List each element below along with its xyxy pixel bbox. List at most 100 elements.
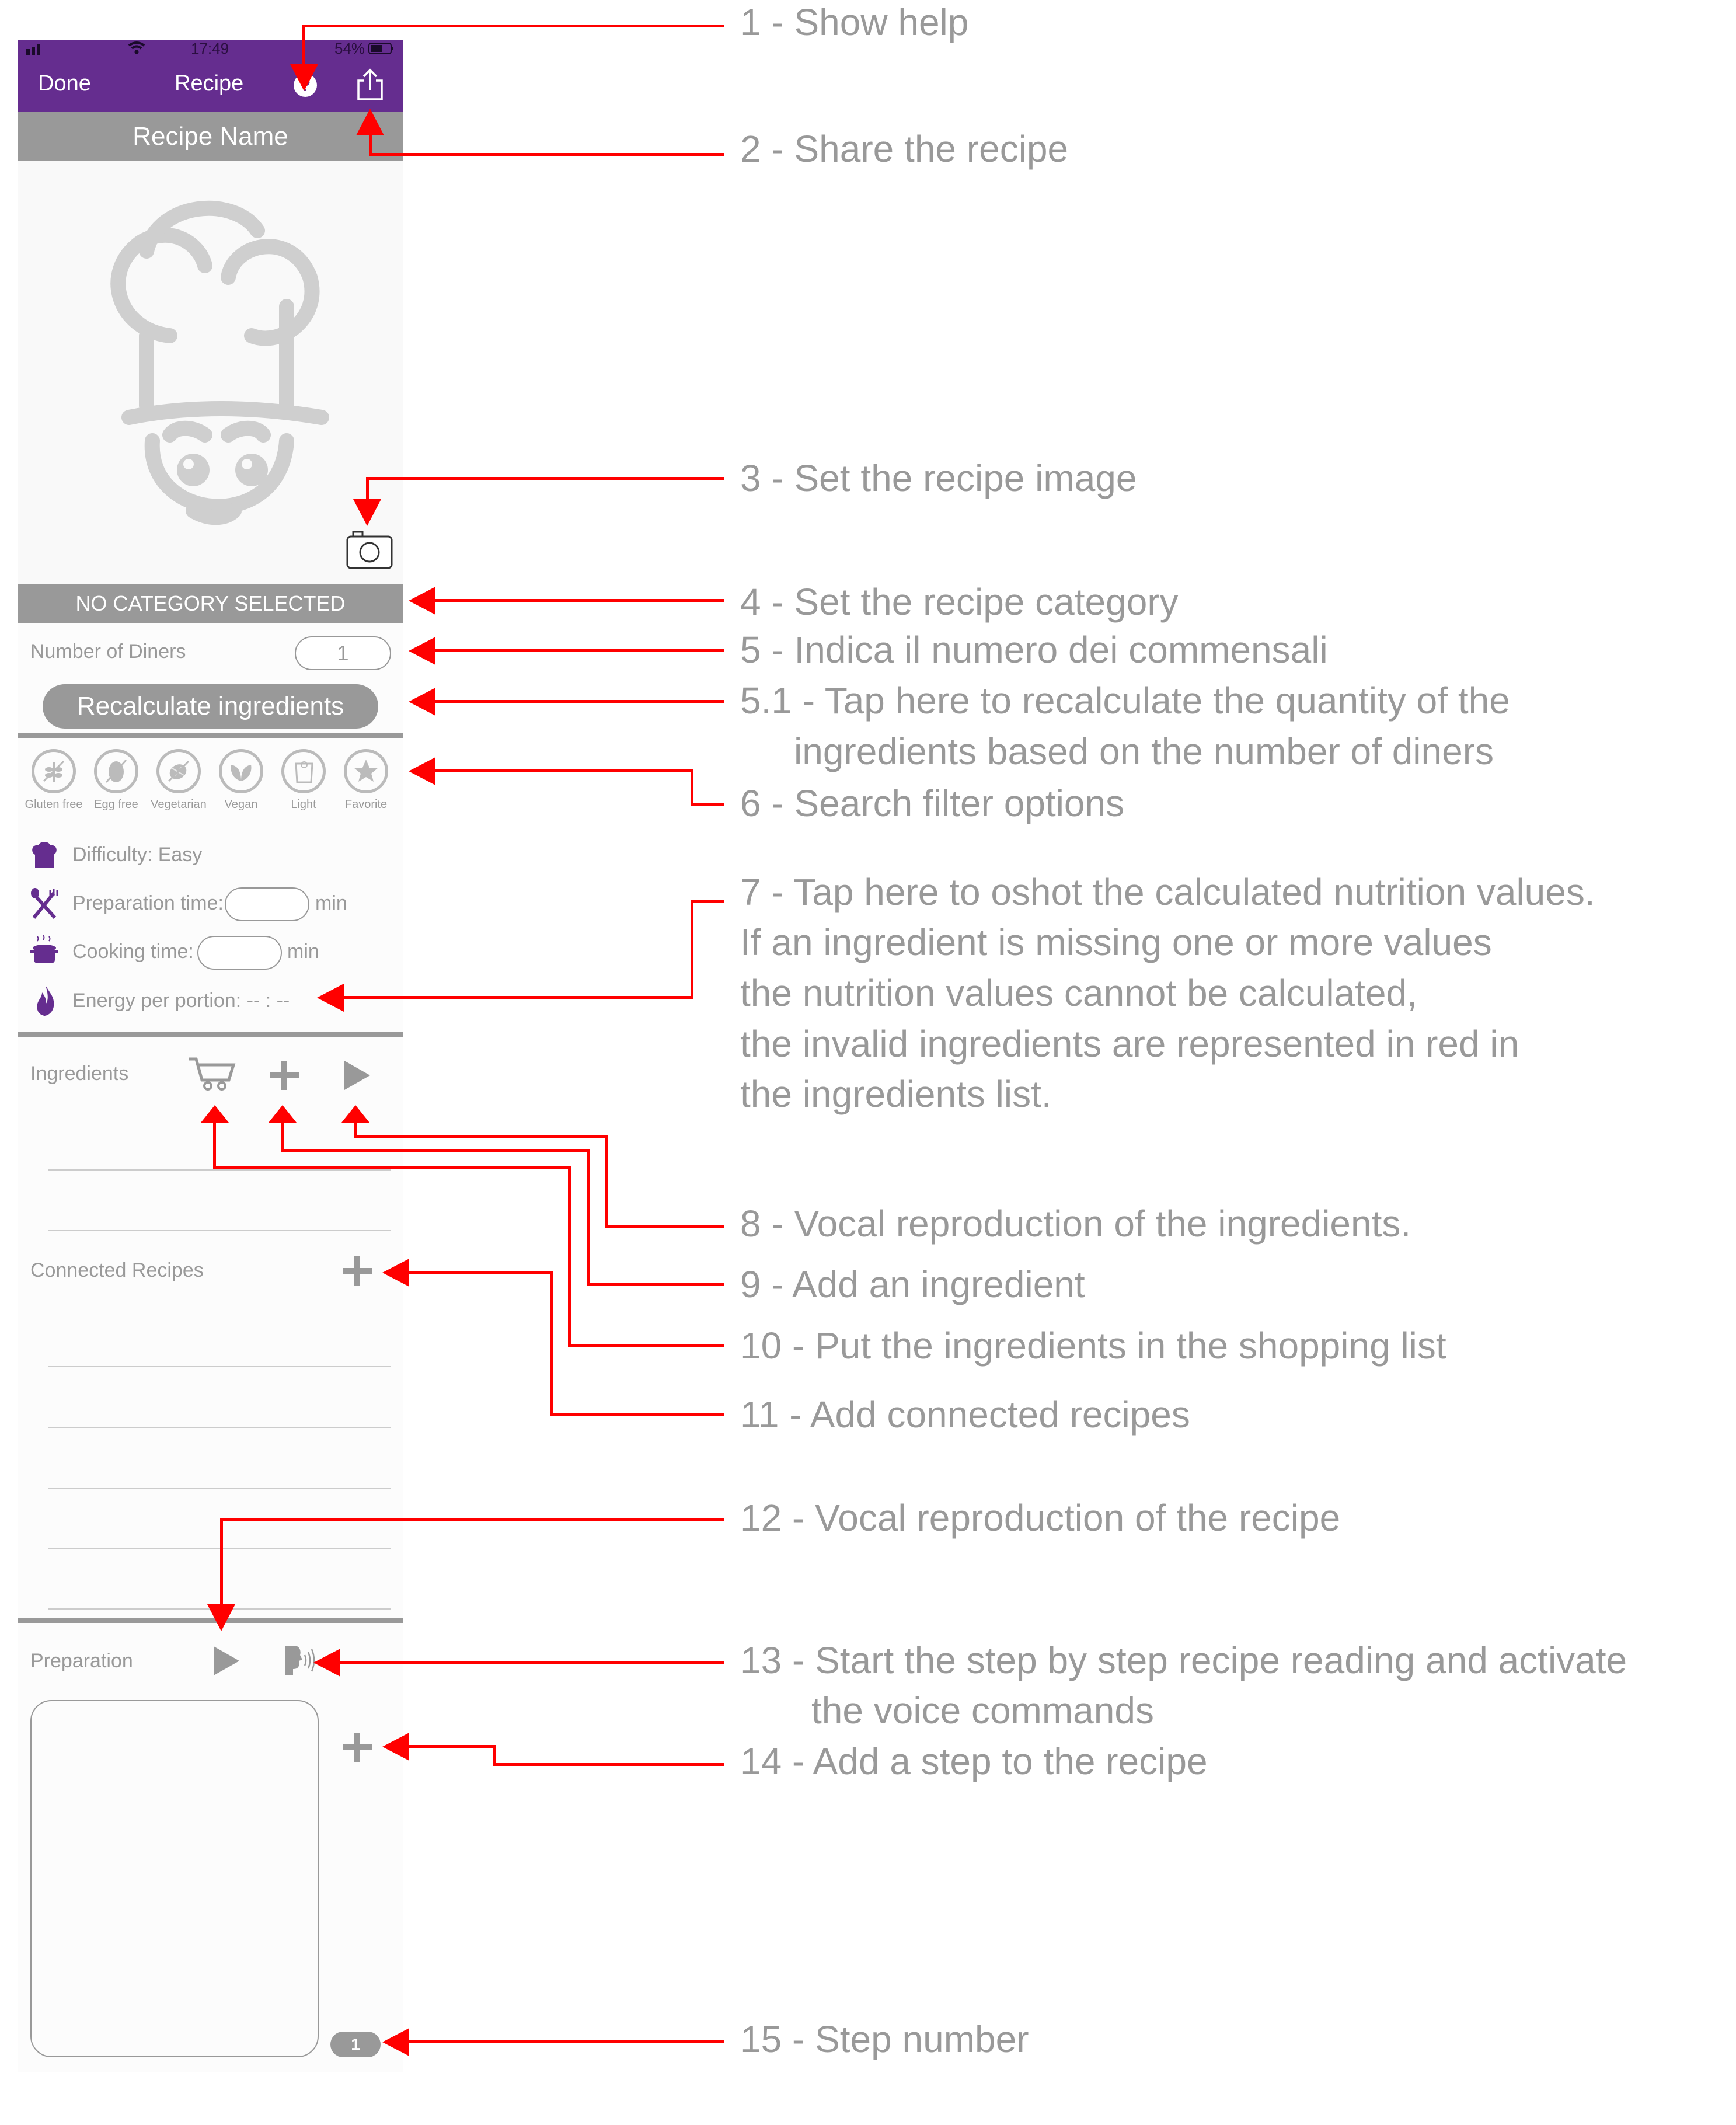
recalculate-ingredients-button[interactable]: Recalculate ingredients [43, 684, 378, 729]
callout-line-8 [354, 1121, 357, 1137]
callout-line-8 [605, 1225, 724, 1228]
callout-line-5-1 [435, 700, 724, 703]
add-connected-recipe-icon[interactable] [341, 1255, 373, 1290]
play-recipe-icon[interactable] [212, 1645, 240, 1680]
callout-line-12 [220, 1518, 223, 1605]
voice-commands-icon[interactable] [283, 1643, 315, 1680]
filter-vegan[interactable]: Vegan [217, 749, 266, 811]
annotation-4: 4 - Set the recipe category [740, 581, 1179, 623]
callout-arrowhead-5 [409, 637, 435, 665]
annotation-10: 10 - Put the ingredients in the shopping… [740, 1325, 1446, 1367]
annotation-5-1: 5.1 - Tap here to recalculate the quanti… [740, 680, 1510, 722]
annotation-7-line4: the invalid ingredients are represented … [740, 1023, 1519, 1065]
annotation-13-cont: the voice commands [811, 1689, 1154, 1732]
callout-line-2 [369, 153, 724, 156]
callout-line-7 [343, 996, 692, 999]
preparation-title: Preparation [30, 1650, 133, 1672]
filter-favorite[interactable]: Favorite [341, 749, 391, 811]
annotation-1: 1 - Show help [740, 1, 969, 43]
callout-line-15 [409, 2040, 724, 2043]
annotation-9: 9 - Add an ingredient [740, 1263, 1085, 1305]
callout-line-9 [281, 1149, 589, 1152]
difficulty-label: Difficulty: Easy [72, 844, 202, 866]
annotation-12: 12 - Vocal reproduction of the recipe [740, 1497, 1341, 1539]
annotation-5: 5 - Indica il numero dei commensali [740, 629, 1328, 671]
shopping-cart-icon[interactable] [188, 1057, 237, 1095]
callout-arrowhead-8 [341, 1105, 369, 1123]
callout-line-14 [493, 1745, 496, 1765]
battery-icon [368, 42, 394, 59]
callout-arrowhead-12 [207, 1604, 235, 1631]
share-icon[interactable] [355, 68, 385, 104]
energy-flame-icon [34, 984, 57, 1020]
signal-icon [26, 42, 46, 59]
cook-time-input[interactable] [197, 936, 282, 970]
add-ingredient-icon[interactable] [269, 1060, 300, 1094]
callout-arrowhead-1 [290, 64, 318, 91]
cook-time-label: Cooking time: [72, 940, 194, 963]
camera-icon[interactable] [345, 528, 395, 573]
prep-time-input[interactable] [225, 887, 309, 921]
annotation-7-line2: If an ingredient is missing one or more … [740, 921, 1492, 963]
cook-time-unit: min [287, 940, 319, 963]
callout-line-7 [691, 900, 693, 999]
play-ingredients-icon[interactable] [343, 1060, 371, 1094]
callout-line-5 [435, 649, 724, 652]
add-step-icon[interactable] [341, 1732, 373, 1766]
nav-bar: Done Recipe ? [18, 58, 403, 112]
callout-line-8 [605, 1135, 608, 1227]
connected-recipe-row [48, 1488, 391, 1489]
callout-line-9 [587, 1283, 724, 1286]
energy-value: -- : -- [246, 990, 290, 1012]
prep-time-label: Preparation time: [72, 892, 224, 914]
filter-gluten-free[interactable]: Gluten free [25, 749, 82, 811]
callout-line-4 [435, 599, 724, 602]
annotation-15: 15 - Step number [740, 2018, 1029, 2060]
annotation-5-1-cont: ingredients based on the number of diner… [794, 730, 1494, 772]
callout-line-3 [366, 477, 724, 480]
callout-line-6 [435, 769, 692, 772]
gluten-free-icon [32, 749, 76, 793]
recipe-name-field[interactable]: Recipe Name [18, 112, 403, 161]
battery-percent: 54% [334, 40, 365, 57]
recipe-image[interactable] [18, 161, 403, 584]
section-divider [18, 1032, 403, 1037]
difficulty-value[interactable]: Easy [158, 844, 203, 866]
callout-line-14 [493, 1763, 724, 1766]
energy-label: Energy per portion: [72, 990, 242, 1012]
callout-arrowhead-10 [201, 1105, 229, 1123]
callout-line-10 [213, 1166, 570, 1169]
callout-arrowhead-6 [409, 757, 435, 785]
diners-value: 1 [337, 641, 349, 665]
annotation-6: 6 - Search filter options [740, 782, 1125, 824]
annotation-14: 14 - Add a step to the recipe [740, 1740, 1208, 1782]
step-number: 1 [351, 2035, 360, 2053]
prep-time-unit: min [315, 892, 347, 914]
category-selector[interactable]: NO CATEGORY SELECTED [18, 584, 403, 623]
callout-arrowhead-13 [313, 1649, 340, 1677]
chef-placeholder-icon [110, 200, 329, 525]
energy-per-portion[interactable]: Energy per portion: -- : -- [72, 990, 290, 1012]
done-button[interactable]: Done [38, 71, 91, 96]
vegetarian-icon [156, 749, 201, 793]
callout-arrowhead-4 [409, 587, 435, 615]
filter-label: Egg free [94, 798, 138, 811]
cutlery-icon [29, 887, 60, 923]
annotation-8: 8 - Vocal reproduction of the ingredient… [740, 1203, 1411, 1245]
callout-line-10 [213, 1121, 216, 1168]
difficulty-icon [29, 841, 60, 873]
step-text-area[interactable] [30, 1700, 319, 2057]
ingredient-row [48, 1169, 391, 1171]
filter-vegetarian[interactable]: Vegetarian [151, 749, 207, 811]
clock: 17:49 [191, 40, 229, 57]
filter-light[interactable]: Light [279, 749, 328, 811]
filter-egg-free[interactable]: Egg free [92, 749, 141, 811]
callout-line-10 [568, 1166, 571, 1346]
callout-line-9 [587, 1149, 590, 1284]
diners-label: Number of Diners [30, 640, 186, 663]
callout-arrowhead-7 [317, 984, 344, 1012]
status-bar: 17:49 54% [18, 40, 403, 58]
diners-input[interactable]: 1 [295, 636, 391, 670]
callout-line-11 [409, 1271, 552, 1274]
callout-line-6 [691, 769, 693, 804]
